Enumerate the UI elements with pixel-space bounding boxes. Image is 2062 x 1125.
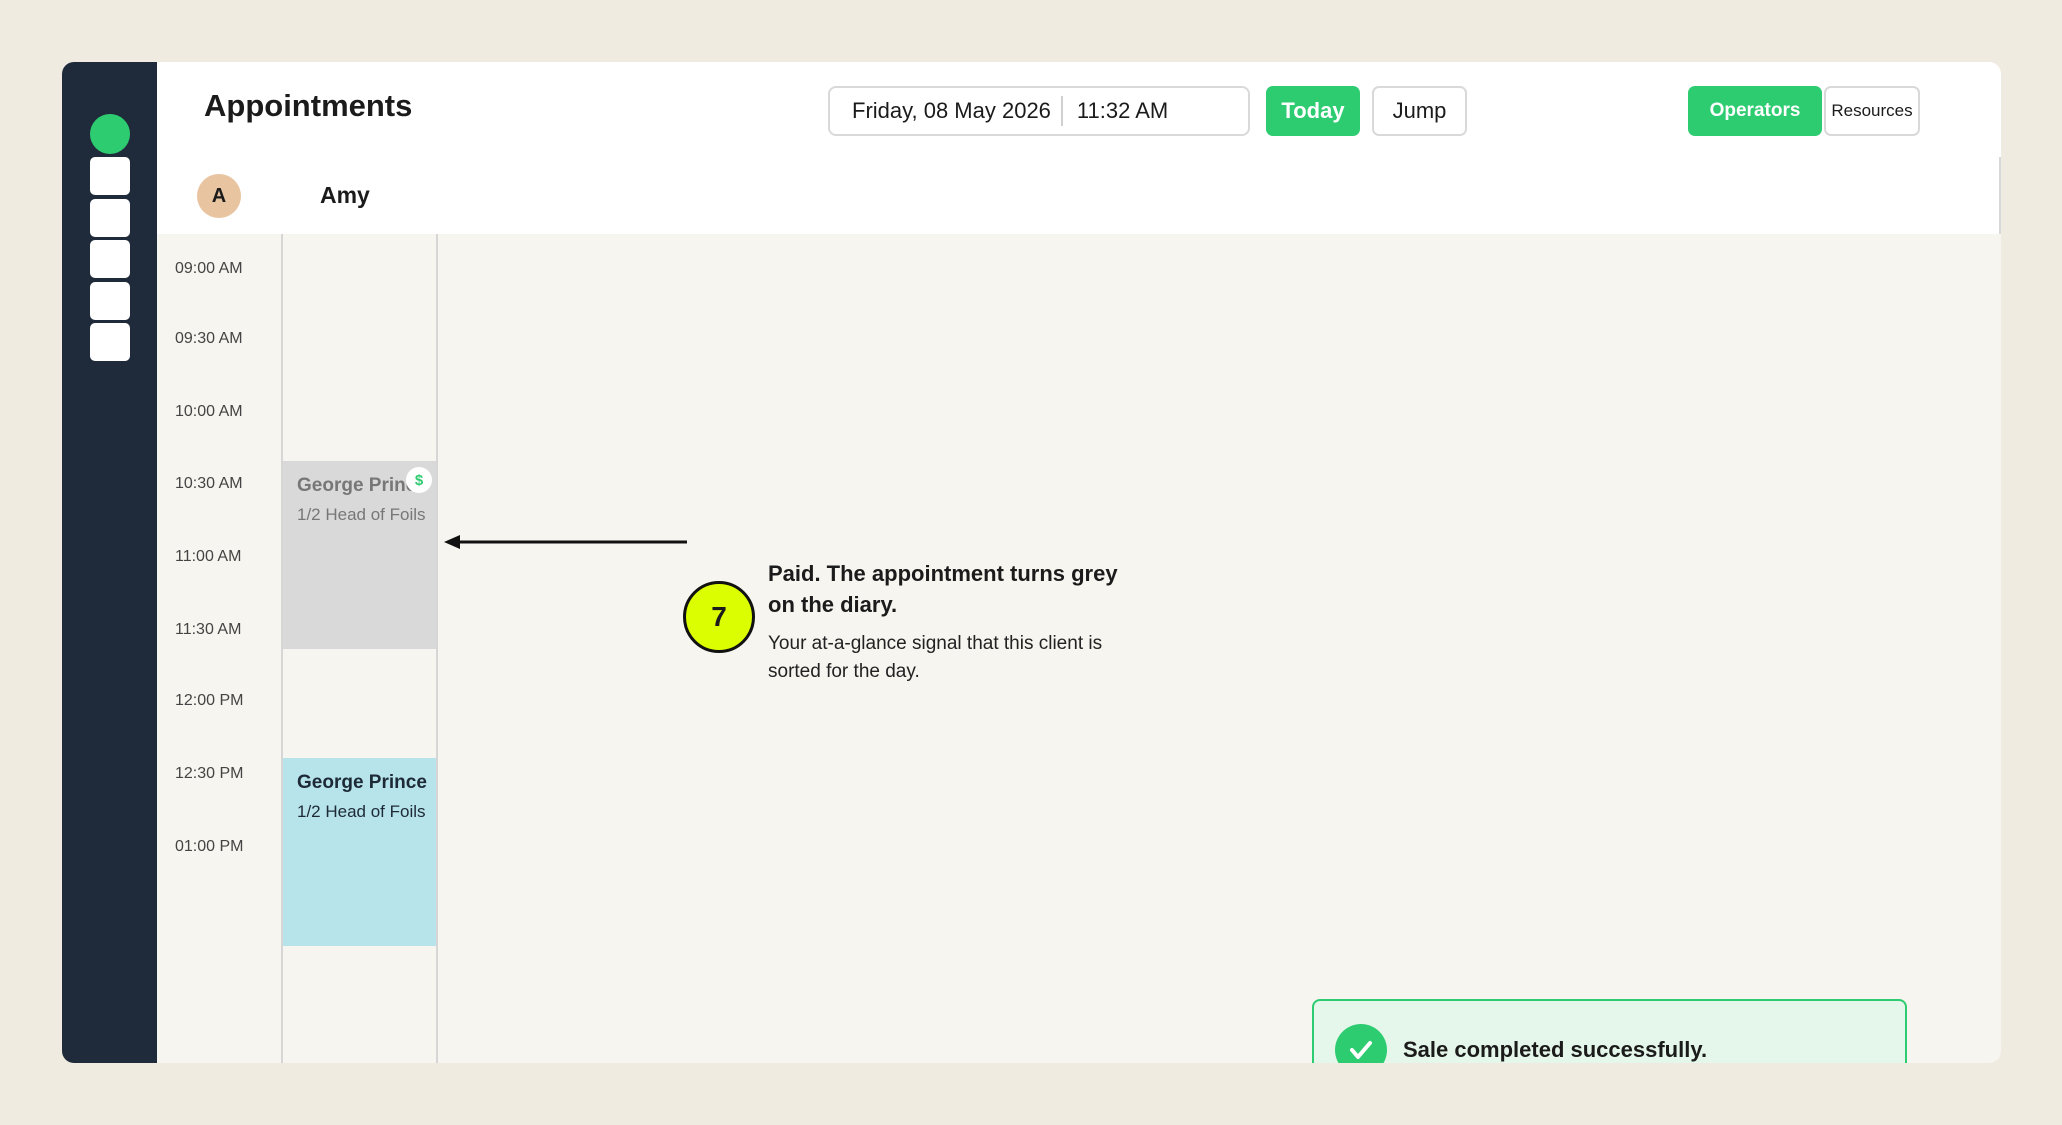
checkmark-icon	[1335, 1023, 1387, 1063]
time-axis: 09:00 AM 09:30 AM 10:00 AM 10:30 AM 11:0…	[157, 234, 282, 1063]
operator-avatar: A	[197, 174, 241, 218]
time-label: 12:30 PM	[175, 765, 244, 782]
paid-dollar-icon: $	[406, 467, 432, 493]
time-label: 10:00 AM	[175, 403, 243, 420]
toast-message: Sale completed successfully.	[1403, 1036, 1708, 1062]
time-label: 11:00 AM	[175, 548, 242, 565]
brand-logo[interactable]	[90, 114, 130, 154]
app-window: Appointments Friday, 08 May 2026 11:32 A…	[62, 62, 2001, 1063]
page-title: Appointments	[204, 88, 413, 123]
appointment-paid[interactable]: George Prince 1/2 Head of Foils $	[283, 461, 436, 649]
success-toast: Sale completed successfully.	[1312, 999, 1907, 1063]
sidebar-nav-item-2[interactable]	[90, 199, 130, 237]
callout-body: Your at-a-glance signal that this client…	[768, 633, 1103, 682]
sidebar-nav-item-1[interactable]	[90, 157, 130, 195]
date-value[interactable]: Friday, 08 May 2026	[830, 96, 1063, 126]
header-divider	[1999, 157, 2001, 234]
operators-toggle-button[interactable]: Operators	[1688, 86, 1822, 136]
appointment-service: 1/2 Head of Foils	[297, 505, 426, 524]
appointment-booked[interactable]: George Prince 1/2 Head of Foils	[283, 758, 436, 946]
resources-toggle-button[interactable]: Resources	[1824, 86, 1920, 136]
time-label: 09:30 AM	[175, 330, 243, 347]
callout-arrow-icon	[444, 535, 687, 549]
appointment-client-name: George Prince	[297, 772, 427, 793]
sidebar-nav-item-5[interactable]	[90, 323, 130, 361]
step-marker: 7	[683, 581, 755, 653]
appointment-service: 1/2 Head of Foils	[297, 802, 426, 821]
time-label: 12:00 PM	[175, 692, 244, 709]
callout: Paid. The appointment turns grey on the …	[768, 558, 1128, 686]
time-label: 09:00 AM	[175, 260, 243, 277]
jump-button[interactable]: Jump	[1372, 86, 1467, 136]
sidebar-nav-item-3[interactable]	[90, 240, 130, 278]
header: Appointments Friday, 08 May 2026 11:32 A…	[157, 62, 2001, 234]
column-divider	[436, 234, 438, 1063]
time-label: 10:30 AM	[175, 475, 243, 492]
date-time-picker[interactable]: Friday, 08 May 2026 11:32 AM	[828, 86, 1250, 136]
time-label: 01:00 PM	[175, 838, 244, 855]
operator-name: Amy	[320, 182, 370, 208]
time-value[interactable]: 11:32 AM	[1063, 98, 1168, 124]
callout-title: Paid. The appointment turns grey on the …	[768, 561, 1118, 617]
today-button[interactable]: Today	[1266, 86, 1360, 136]
time-label: 11:30 AM	[175, 621, 242, 638]
sidebar	[62, 62, 157, 1063]
sidebar-nav-item-4[interactable]	[90, 282, 130, 320]
